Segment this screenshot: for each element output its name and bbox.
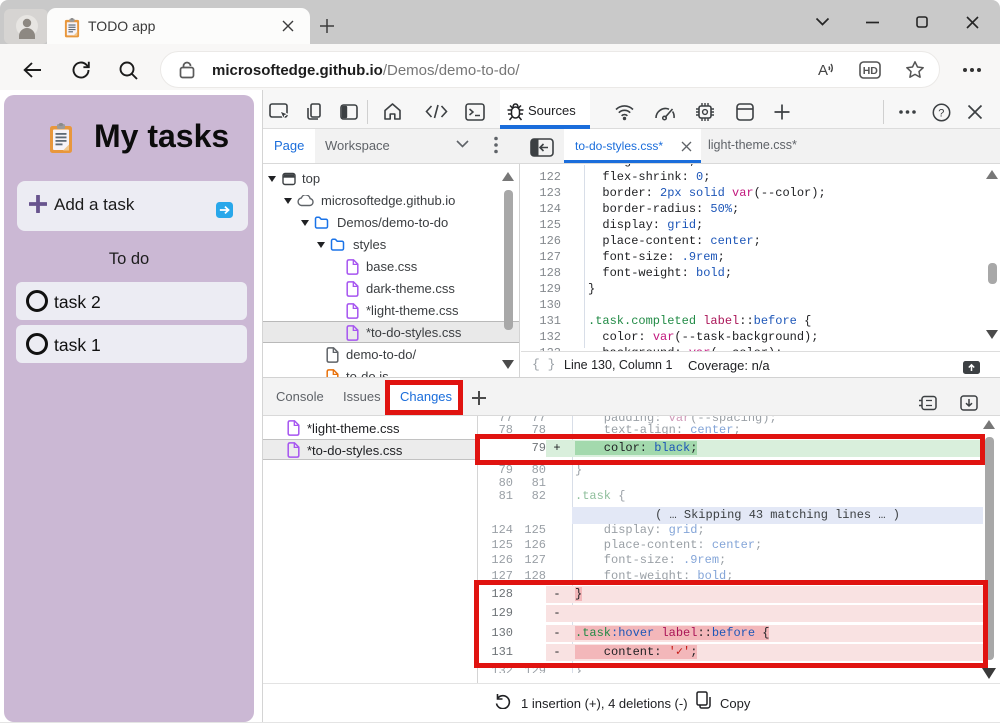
- svg-text:?: ?: [938, 108, 944, 120]
- svg-text:HD: HD: [863, 65, 879, 77]
- svg-text:A: A: [818, 62, 828, 79]
